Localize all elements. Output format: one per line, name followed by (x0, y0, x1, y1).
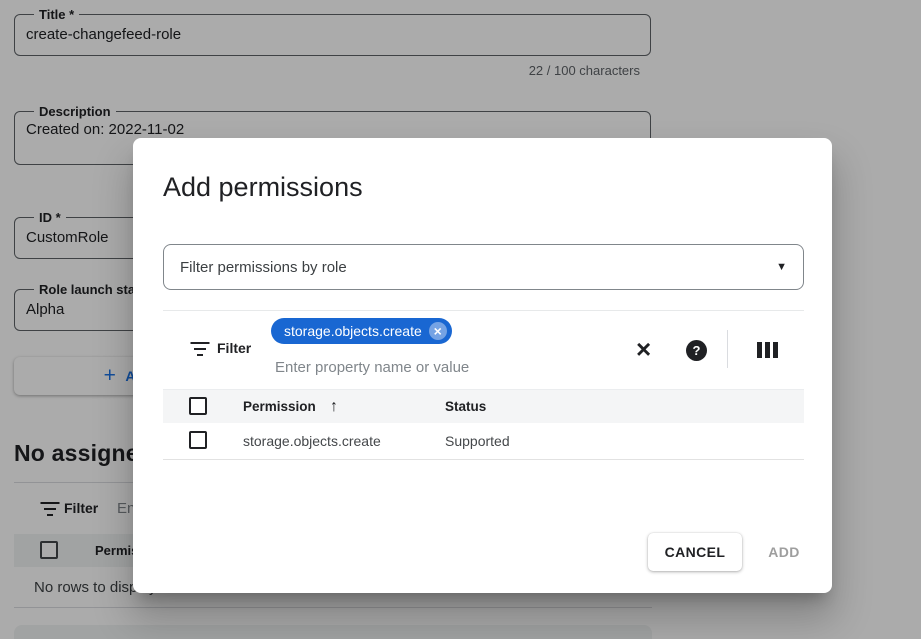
row-checkbox[interactable] (189, 431, 207, 449)
sort-ascending-icon[interactable]: ↑ (330, 397, 338, 416)
help-icon[interactable]: ? (686, 340, 707, 361)
chip-remove-icon[interactable]: × (429, 322, 447, 340)
add-button[interactable]: ADD (749, 533, 819, 571)
filter-icon (190, 342, 210, 356)
role-filter-select[interactable]: Filter permissions by role ▼ (163, 244, 804, 290)
row-status: Supported (445, 433, 510, 449)
dialog-title: Add permissions (163, 171, 363, 205)
add-permissions-dialog: Add permissions Filter permissions by ro… (133, 138, 832, 593)
select-all-checkbox[interactable] (189, 397, 207, 415)
filter-chip[interactable]: storage.objects.create × (271, 318, 452, 344)
create-role-page: Title * create-changefeed-role 22 / 100 … (0, 0, 921, 639)
column-display-icon[interactable] (757, 342, 778, 358)
divider (163, 310, 804, 311)
filter-input[interactable]: Enter property name or value (275, 359, 469, 376)
table-row[interactable]: storage.objects.create Supported (163, 423, 804, 460)
row-permission: storage.objects.create (243, 433, 381, 449)
divider (727, 330, 728, 368)
cancel-button[interactable]: CANCEL (648, 533, 742, 571)
column-header-permission: Permission (243, 399, 316, 414)
table-header: Permission ↑ Status (163, 389, 804, 423)
filter-chip-label: storage.objects.create (284, 323, 422, 339)
column-header-status: Status (445, 399, 486, 414)
filter-label: Filter (217, 340, 251, 356)
clear-filter-icon[interactable]: × (636, 336, 651, 362)
chevron-down-icon: ▼ (776, 262, 787, 273)
role-filter-select-value: Filter permissions by role (180, 259, 347, 276)
